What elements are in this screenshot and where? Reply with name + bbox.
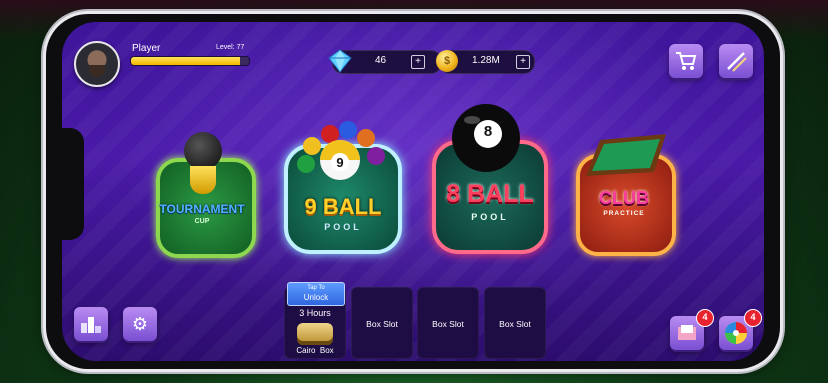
trophy-icon bbox=[190, 166, 216, 194]
inbox-icon bbox=[678, 325, 696, 340]
gear-icon: ⚙ bbox=[131, 313, 149, 334]
xp-bar bbox=[130, 56, 250, 66]
phone-frame: Player Level: 77 46 + $ 1.28M + TOURNAME… bbox=[46, 14, 780, 369]
cue-icon bbox=[727, 52, 747, 72]
tournament-cup-mode[interactable]: TOURNAMENT CUP bbox=[152, 132, 256, 258]
tournament-title: TOURNAMENT bbox=[159, 202, 245, 216]
box-slot-label: Box Slot bbox=[499, 319, 531, 329]
shop-button[interactable] bbox=[669, 44, 703, 78]
coin-icon: $ bbox=[436, 50, 458, 72]
nine-ball-number: 9 bbox=[336, 155, 344, 170]
player-avatar[interactable] bbox=[74, 41, 120, 87]
tournament-subtitle: CUP bbox=[194, 218, 210, 225]
podium-icon bbox=[81, 317, 101, 333]
gem-counter: 46 + bbox=[328, 49, 442, 74]
box-slot-timer[interactable]: Tap To Unlock 3 Hours Cairo Box bbox=[284, 282, 346, 359]
inbox-count-badge: 4 bbox=[696, 309, 714, 327]
club-subtitle: PRACTICE bbox=[603, 210, 645, 217]
spin-wheel-icon bbox=[725, 322, 747, 344]
coin-count: 1.28M bbox=[472, 55, 500, 66]
add-gems-button[interactable]: + bbox=[411, 55, 425, 69]
xp-bar-fill bbox=[131, 57, 240, 65]
club-title: CLUB bbox=[599, 188, 649, 208]
game-screen: Player Level: 77 46 + $ 1.28M + TOURNAME… bbox=[62, 22, 764, 361]
club-practice-mode[interactable]: CLUB PRACTICE bbox=[574, 130, 676, 256]
nine-ball-subtitle: POOL bbox=[324, 222, 362, 232]
box-slot-label: Box Slot bbox=[432, 319, 464, 329]
pool-table-icon bbox=[586, 134, 666, 176]
cues-button[interactable] bbox=[719, 44, 753, 78]
unlock-line2: Unlock bbox=[303, 293, 329, 302]
add-coins-button[interactable]: + bbox=[516, 55, 530, 69]
eight-ball-number: 8 bbox=[483, 123, 493, 140]
wheel-count-badge: 4 bbox=[744, 309, 762, 327]
gem-icon bbox=[328, 49, 352, 73]
rack-balls-icon bbox=[297, 121, 385, 180]
tap-to-unlock-button[interactable]: Tap To Unlock bbox=[287, 282, 345, 306]
box-slot-empty[interactable]: Box Slot bbox=[417, 287, 479, 359]
player-level: Level: 77 bbox=[216, 44, 245, 51]
cart-icon bbox=[676, 52, 697, 70]
phone-notch bbox=[46, 128, 84, 240]
coin-counter: $ 1.28M + bbox=[436, 50, 535, 74]
cairo-box-icon bbox=[297, 323, 333, 345]
leaderboard-button[interactable] bbox=[74, 307, 108, 341]
player-name: Player bbox=[132, 43, 161, 54]
box-slot-empty[interactable]: Box Slot bbox=[484, 287, 546, 359]
eight-ball-subtitle: POOL bbox=[471, 212, 509, 222]
unlock-line1: Tap To bbox=[307, 285, 325, 291]
nine-ball-title: 9 BALL bbox=[304, 194, 382, 219]
eight-ball-title: 8 BALL bbox=[446, 180, 534, 208]
box-slot-empty[interactable]: Box Slot bbox=[351, 287, 413, 359]
settings-button[interactable]: ⚙ bbox=[123, 307, 157, 341]
gem-count: 46 bbox=[375, 55, 387, 66]
trophy-ball-icon bbox=[184, 132, 222, 170]
nine-ball-mode[interactable]: 9 9 BALL POOL bbox=[284, 116, 402, 254]
box-name: Cairo Box bbox=[296, 346, 334, 355]
box-slot-label: Box Slot bbox=[366, 319, 398, 329]
eight-ball-mode[interactable]: 8 8 BALL POOL bbox=[430, 102, 550, 254]
box-timer: 3 Hours bbox=[299, 308, 331, 318]
